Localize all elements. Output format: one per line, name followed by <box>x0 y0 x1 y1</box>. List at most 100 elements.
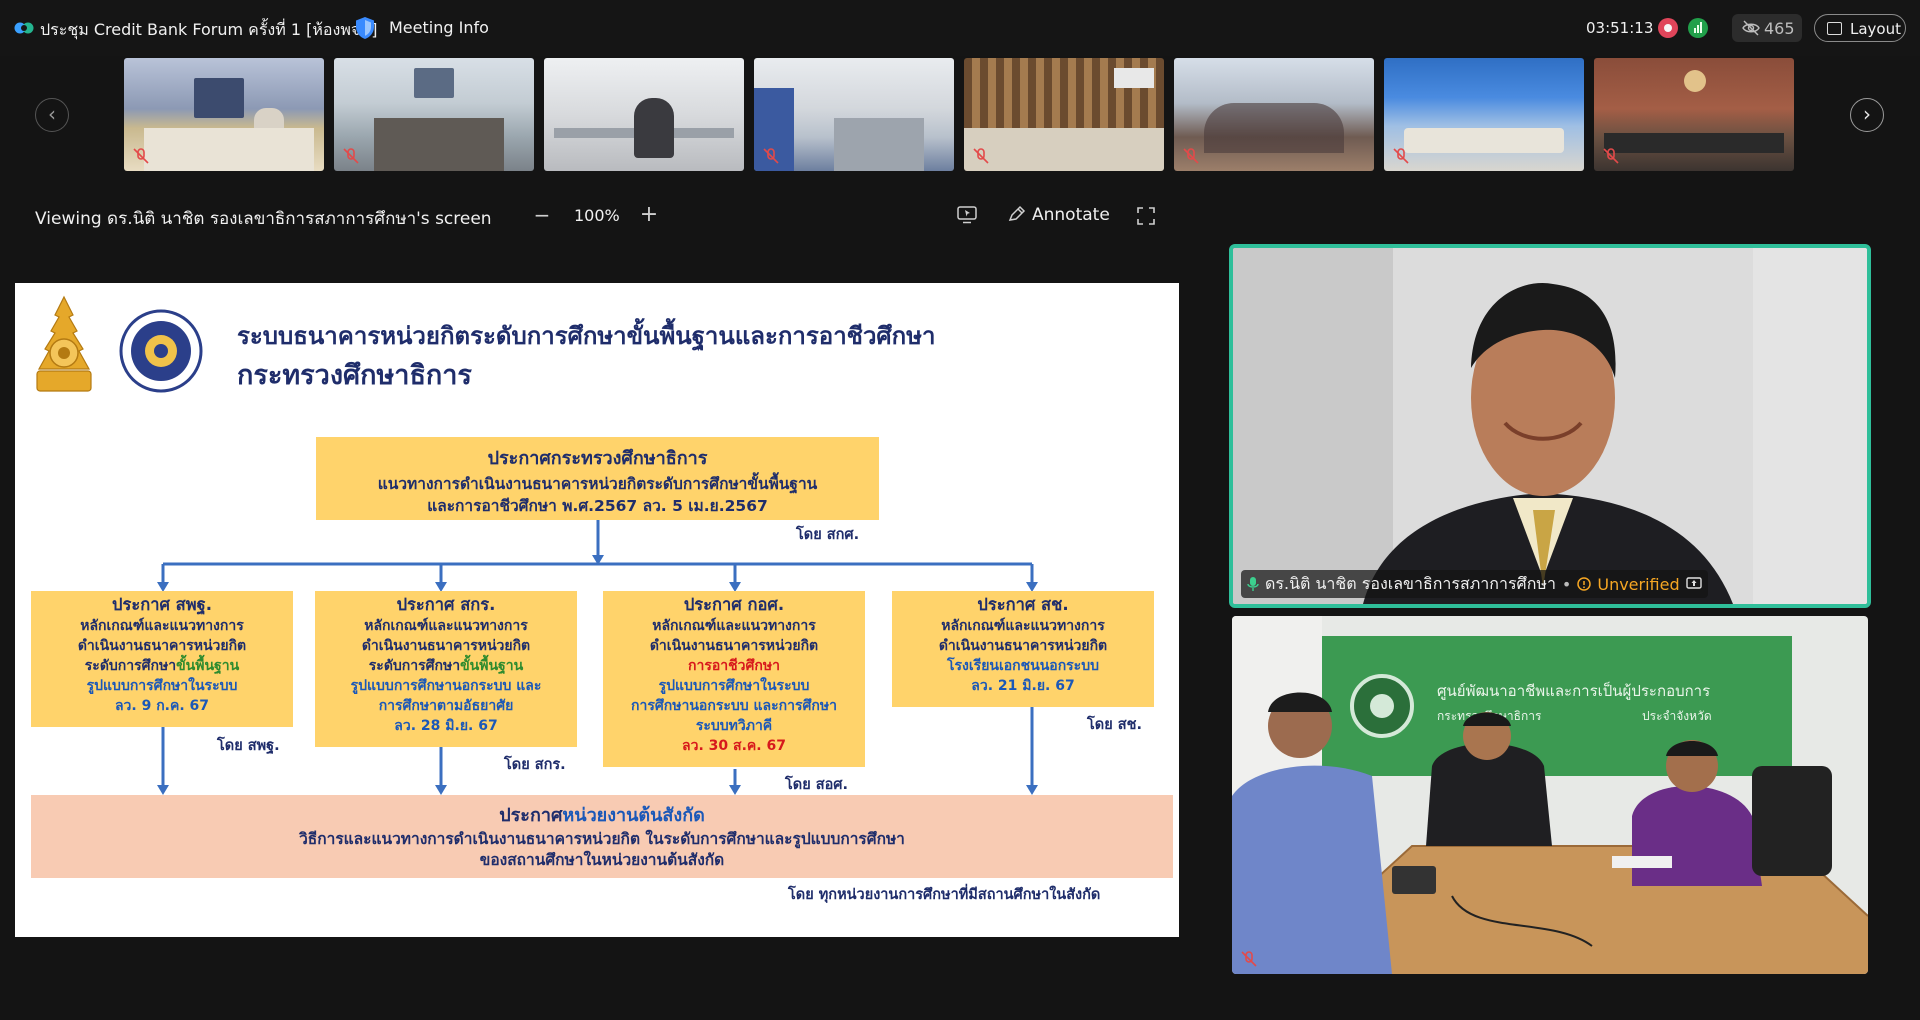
pen-icon <box>1008 205 1026 221</box>
participant-thumbnail[interactable] <box>1384 58 1584 171</box>
muted-mic-icon <box>1241 951 1257 967</box>
participants-button[interactable]: 465 <box>1732 14 1802 42</box>
ministry-announcement-box: ประกาศกระทรวงศึกษาธิการ แนวทางการดำเนินง… <box>316 437 879 520</box>
ministry-announcement-heading: ประกาศกระทรวงศึกษาธิการ <box>487 448 708 469</box>
participant-thumbnail[interactable] <box>124 58 324 171</box>
opec-line: ดำเนินงานธนาคารหน่วยกิต <box>938 638 1108 654</box>
main-by-label: โดย สกศ. <box>796 527 860 543</box>
muted-mic-icon <box>763 148 779 164</box>
shield-icon[interactable] <box>354 16 376 40</box>
name-separator: • <box>1561 574 1572 594</box>
room-video-frame: ศูนย์พัฒนาอาชีพและการเป็นผู้ประกอบการ กร… <box>1232 616 1868 974</box>
warning-icon <box>1577 577 1592 591</box>
filmstrip-next-button[interactable]: › <box>1850 98 1884 132</box>
remote-control-icon[interactable] <box>957 206 977 224</box>
obec-date: ลว. 9 ก.ค. 67 <box>114 698 210 714</box>
ksr-line: รูปแบบการศึกษานอกระบบ และ <box>350 678 542 694</box>
agency-announcement-box: ประกาศหน่วยงานต้นสังกัด วิธีการและแนวทาง… <box>31 795 1173 878</box>
recording-icon[interactable] <box>1658 18 1678 38</box>
ovec-line: หลักเกณฑ์และแนวทางการ <box>652 618 816 634</box>
layout-button[interactable]: Layout <box>1814 14 1906 42</box>
opec-line: หลักเกณฑ์และแนวทางการ <box>941 618 1105 634</box>
opec-by-label: โดย สช. <box>1087 717 1142 733</box>
annotate-label: Annotate <box>1032 205 1110 225</box>
zoom-level: 100% <box>574 206 620 225</box>
obec-line: ดำเนินงานธนาคารหน่วยกิต <box>77 638 247 654</box>
layout-label: Layout <box>1850 20 1901 38</box>
muted-mic-icon <box>1603 148 1619 164</box>
opec-heading: ประกาศ สช. <box>977 595 1069 614</box>
title-bar: ประชุม Credit Bank Forum ครั้งที่ 1 [ห้อ… <box>0 0 1920 56</box>
ovec-heading: ประกาศ กอศ. <box>683 595 785 614</box>
ksr-date: ลว. 28 มิ.ย. 67 <box>394 718 498 734</box>
ovec-line: ดำเนินงานธนาคารหน่วยกิต <box>649 638 819 654</box>
fullscreen-icon[interactable] <box>1137 207 1155 225</box>
share-screen-icon <box>1685 577 1702 589</box>
opec-highlight: โรงเรียนเอกชนนอกระบบ <box>947 658 1099 674</box>
webex-logo-icon <box>14 22 34 34</box>
muted-mic-icon <box>343 148 359 164</box>
layout-icon <box>1827 22 1842 35</box>
network-stats-icon[interactable] <box>1688 18 1708 38</box>
agency-line2: ของสถานศึกษาในหน่วยงานต้นสังกัด <box>479 851 725 869</box>
agency-by-label: โดย ทุกหน่วยงานการศึกษาที่มีสถานศึกษาในส… <box>788 887 1101 903</box>
ksr-announcement-box: ประกาศ สกร. หลักเกณฑ์และแนวทางการ ดำเนิน… <box>315 591 577 747</box>
zoom-in-button[interactable]: + <box>638 202 660 227</box>
obec-by-label: โดย สพฐ. <box>217 738 280 754</box>
speaker-name-tag: ดร.นิติ นาชิต รองเลขาธิการสภาการศึกษา • … <box>1241 570 1708 598</box>
ksr-highlight: ขั้นพื้นฐาน <box>460 658 524 674</box>
agency-heading-highlight: หน่วยงานต้นสังกัด <box>562 805 705 826</box>
participant-thumbnail[interactable] <box>964 58 1164 171</box>
ministry-announcement-line1: แนวทางการดำเนินงานธนาคารหน่วยกิตระดับการ… <box>377 475 818 493</box>
obec-heading: ประกาศ สพฐ. <box>112 595 212 614</box>
participant-thumbnail[interactable] <box>1174 58 1374 171</box>
meeting-title: ประชุม Credit Bank Forum ครั้งที่ 1 [ห้อ… <box>40 20 378 39</box>
ksr-heading: ประกาศ สกร. <box>396 595 496 614</box>
active-speaker-video[interactable]: ดร.นิติ นาชิต รองเลขาธิการสภาการศึกษา • … <box>1229 244 1871 608</box>
zoom-out-button[interactable]: − <box>532 203 552 227</box>
ovec-date: ลว. 30 ส.ค. 67 <box>682 738 786 754</box>
participant-thumbnail[interactable] <box>754 58 954 171</box>
ovec-announcement-box: ประกาศ กอศ. หลักเกณฑ์และแนวทางการ ดำเนิน… <box>603 591 865 767</box>
muted-mic-icon <box>133 148 149 164</box>
ksr-line: หลักเกณฑ์และแนวทางการ <box>364 618 528 634</box>
filmstrip-prev-button[interactable]: ‹ <box>35 98 69 132</box>
mic-icon <box>1247 577 1259 591</box>
sign-line3: ประจำจังหวัด <box>1642 709 1712 723</box>
ksr-by-label: โดย สกร. <box>504 757 566 773</box>
meeting-timer: 03:51:13 <box>1586 19 1654 37</box>
obec-announcement-box: ประกาศ สพฐ. หลักเกณฑ์และแนวทางการ ดำเนิน… <box>31 591 293 727</box>
ovec-line: รูปแบบการศึกษาในระบบ <box>658 678 810 694</box>
participant-thumbnail[interactable] <box>334 58 534 171</box>
obec-line: ระดับการศึกษา <box>84 658 177 674</box>
ksr-line: การศึกษาตามอัธยาศัย <box>378 698 514 714</box>
participant-count: 465 <box>1764 19 1795 38</box>
muted-mic-icon <box>973 148 989 164</box>
room-participant-video[interactable]: ศูนย์พัฒนาอาชีพและการเป็นผู้ประกอบการ กร… <box>1232 616 1868 974</box>
opec-date: ลว. 21 มิ.ย. 67 <box>971 678 1075 694</box>
meeting-info-button[interactable]: Meeting Info <box>389 18 489 37</box>
ministry-announcement-line2: และการอาชีวศึกษา พ.ศ.2567 ลว. 5 เม.ย.256… <box>427 497 768 515</box>
ovec-highlight: การอาชีวศึกษา <box>688 658 780 674</box>
ovec-line: การศึกษานอกระบบ และการศึกษา <box>631 698 837 714</box>
opec-announcement-box: ประกาศ สช. หลักเกณฑ์และแนวทางการ ดำเนินง… <box>892 591 1154 707</box>
speaker-video-frame <box>1233 248 1867 604</box>
obec-line: รูปแบบการศึกษาในระบบ <box>86 678 238 694</box>
shared-screen-slide: ระบบธนาคารหน่วยกิตระดับการศึกษาขั้นพื้นฐ… <box>15 283 1179 937</box>
participant-thumbnail[interactable] <box>1594 58 1794 171</box>
ksr-line: ดำเนินงานธนาคารหน่วยกิต <box>361 638 531 654</box>
ovec-by-label: โดย สอศ. <box>785 777 849 793</box>
ksr-line: ระดับการศึกษา <box>368 658 461 674</box>
obec-line: หลักเกณฑ์และแนวทางการ <box>80 618 244 634</box>
muted-mic-icon <box>1393 148 1409 164</box>
eye-off-icon <box>1742 20 1760 36</box>
agency-line1: วิธีการและแนวทางการดำเนินงานธนาคารหน่วยก… <box>299 830 905 848</box>
participant-thumbnail[interactable] <box>544 58 744 171</box>
agency-heading: ประกาศ <box>499 805 563 826</box>
unverified-status: Unverified <box>1597 574 1680 594</box>
sign-line1: ศูนย์พัฒนาอาชีพและการเป็นผู้ประกอบการ <box>1437 681 1710 700</box>
obec-highlight: ขั้นพื้นฐาน <box>176 658 240 674</box>
webex-meeting-window: ประชุม Credit Bank Forum ครั้งที่ 1 [ห้อ… <box>0 0 1920 1020</box>
ovec-line: ระบบทวิภาคี <box>695 718 773 734</box>
viewing-screen-label: Viewing ดร.นิติ นาชิต รองเลขาธิการสภาการ… <box>35 209 492 229</box>
